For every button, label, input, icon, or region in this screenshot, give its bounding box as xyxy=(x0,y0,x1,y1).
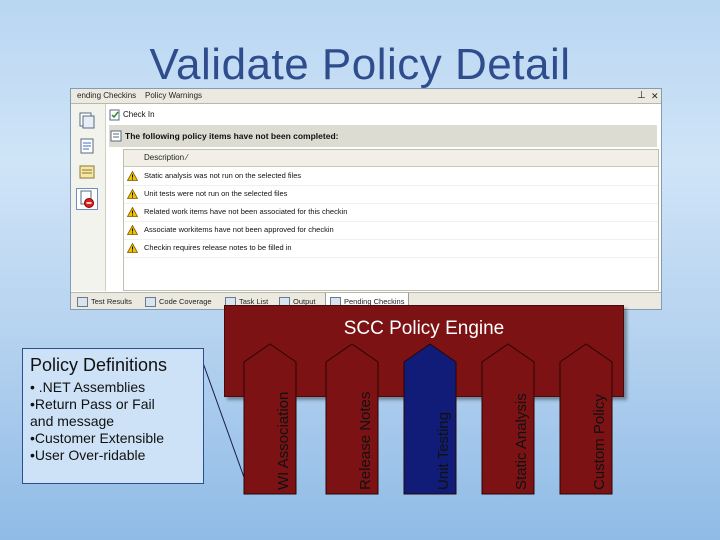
definition-line: •Return Pass or Fail xyxy=(30,396,155,412)
policy-arrow-label: Release Notes xyxy=(357,392,374,490)
definition-line: • .NET Assemblies xyxy=(30,379,146,395)
definition-line: •User Over-ridable xyxy=(30,447,146,463)
policy-arrow-label: Static Analysis xyxy=(513,393,530,490)
policy-arrow-label: WI Association xyxy=(275,392,292,490)
policy-arrows: WI Association Release Notes Unit Testing S… xyxy=(243,343,613,495)
policy-arrow-label: Custom Policy xyxy=(591,394,608,490)
definition-line: •Customer Extensible xyxy=(30,430,165,446)
policy-arrow-label: Unit Testing xyxy=(435,412,452,490)
policy-definitions-box: Policy Definitions • .NET Assemblies •Re… xyxy=(22,348,204,484)
policy-definitions-title: Policy Definitions xyxy=(30,355,168,375)
definitions-connector-line xyxy=(201,359,251,495)
definition-line: and message xyxy=(30,413,115,429)
